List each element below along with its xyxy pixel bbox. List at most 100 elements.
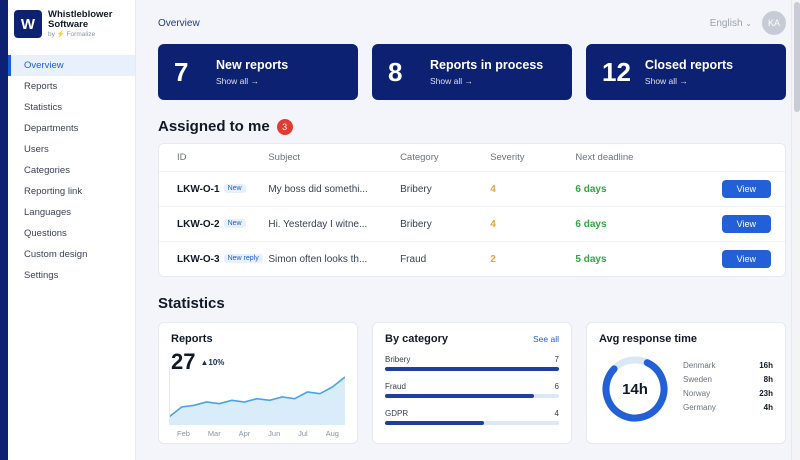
assigned-count-badge: 3	[277, 119, 293, 135]
sidebar: W Whistleblower Software by ⚡ Formalize …	[8, 0, 136, 460]
stat-title: Closed reports	[645, 58, 733, 72]
view-button[interactable]: View	[722, 180, 771, 198]
assigned-title: Assigned to me	[158, 118, 270, 135]
avg-response-donut: 14h	[599, 353, 671, 425]
sidebar-item-languages[interactable]: Languages	[8, 202, 135, 223]
statistics-title: Statistics	[158, 295, 225, 312]
legend-value: 8h	[764, 375, 773, 384]
scrollbar-thumb[interactable]	[794, 2, 800, 112]
legend-row: Sweden 8h	[683, 375, 773, 384]
see-all-link[interactable]: See all	[533, 334, 559, 344]
stat-value: 8	[388, 57, 416, 88]
legend-row: Germany 4h	[683, 403, 773, 412]
bar-track	[385, 367, 559, 371]
x-tick: Jul	[298, 429, 308, 438]
report-category: Bribery	[400, 207, 490, 242]
legend-name: Denmark	[683, 361, 715, 370]
severity-value: 4	[490, 184, 496, 195]
language-selector[interactable]: English ⌄	[710, 18, 752, 29]
severity-value: 4	[490, 219, 496, 230]
sidebar-item-settings[interactable]: Settings	[8, 265, 135, 286]
report-id: LKW-O-2	[177, 219, 220, 230]
show-all-link[interactable]: Show all →	[430, 76, 543, 86]
col-header-category: Category	[400, 144, 490, 172]
bar-fill	[385, 421, 484, 425]
view-button[interactable]: View	[722, 215, 771, 233]
report-category: Fraud	[400, 242, 490, 277]
show-all-link[interactable]: Show all →	[216, 76, 288, 86]
avatar[interactable]: KA	[762, 11, 786, 35]
stat-title: Reports in process	[430, 58, 543, 72]
by-category-card: By category See all Bribery 7 Fraud	[372, 322, 572, 444]
stat-card-reports-in-process[interactable]: 8 Reports in process Show all →	[372, 44, 572, 100]
bar-value: 7	[555, 355, 559, 364]
stat-cards-row: 7 New reports Show all → 8 Reports in pr…	[158, 44, 786, 100]
table-header-row: ID Subject Category Severity Next deadli…	[159, 144, 785, 172]
bar-value: 4	[555, 409, 559, 418]
reports-trend: ▲10%	[200, 358, 224, 367]
bar-fill	[385, 367, 559, 371]
avg-response-legend: Denmark 16h Sweden 8h Norway 23h Germa	[683, 361, 773, 417]
deadline-value: 6 days	[575, 219, 606, 230]
report-id: LKW-O-1	[177, 184, 220, 195]
bar-row-gdpr: GDPR 4	[385, 409, 559, 425]
stat-card-new-reports[interactable]: 7 New reports Show all →	[158, 44, 358, 100]
avg-response-card: Avg response time 14h Denmark 16h	[586, 322, 786, 444]
reports-line-chart	[169, 367, 345, 425]
reports-total-row: 27 ▲10%	[171, 349, 345, 375]
sidebar-nav: Overview Reports Statistics Departments …	[8, 55, 135, 286]
report-category: Bribery	[400, 172, 490, 207]
sidebar-item-statistics[interactable]: Statistics	[8, 97, 135, 118]
legend-name: Sweden	[683, 375, 712, 384]
stat-value: 12	[602, 57, 631, 88]
report-id: LKW-O-3	[177, 254, 220, 265]
stat-card-closed-reports[interactable]: 12 Closed reports Show all →	[586, 44, 786, 100]
sidebar-item-categories[interactable]: Categories	[8, 160, 135, 181]
avg-response-body: 14h Denmark 16h Sweden 8h Norway	[599, 353, 773, 425]
top-bar: Overview English ⌄ KA	[158, 10, 786, 36]
sidebar-item-reports[interactable]: Reports	[8, 76, 135, 97]
report-subject: Simon often looks th...	[268, 242, 400, 277]
sidebar-item-users[interactable]: Users	[8, 139, 135, 160]
sidebar-item-custom-design[interactable]: Custom design	[8, 244, 135, 265]
sidebar-item-overview[interactable]: Overview	[8, 55, 135, 76]
severity-value: 2	[490, 254, 496, 265]
view-button[interactable]: View	[722, 250, 771, 268]
assigned-table-card: ID Subject Category Severity Next deadli…	[158, 143, 786, 277]
col-header-id: ID	[159, 144, 268, 172]
x-tick: Feb	[177, 429, 190, 438]
bar-label: GDPR	[385, 409, 408, 418]
trend-value: 10%	[208, 358, 224, 367]
report-subject: Hi. Yesterday I witne...	[268, 207, 400, 242]
legend-value: 23h	[759, 389, 773, 398]
bar-label: Fraud	[385, 382, 406, 391]
show-all-link[interactable]: Show all →	[645, 76, 733, 86]
sidebar-item-reporting-link[interactable]: Reporting link	[8, 181, 135, 202]
assigned-section-head: Assigned to me 3	[158, 118, 786, 135]
sidebar-item-questions[interactable]: Questions	[8, 223, 135, 244]
x-tick: Apr	[239, 429, 251, 438]
reports-x-axis-labels: Feb Mar Apr Jun Jul Aug	[169, 429, 347, 438]
x-tick: Jun	[268, 429, 280, 438]
main-content: Overview English ⌄ KA 7 New reports Show…	[136, 0, 800, 460]
table-row[interactable]: LKW-O-1New My boss did somethi... Briber…	[159, 172, 785, 207]
app-byline: by ⚡ Formalize	[48, 32, 112, 39]
sidebar-item-departments[interactable]: Departments	[8, 118, 135, 139]
table-row[interactable]: LKW-O-3New reply Simon often looks th...…	[159, 242, 785, 277]
reports-chart-card: Reports 27 ▲10% Feb Mar Apr Jun Jul Aug	[158, 322, 358, 444]
stat-value: 7	[174, 57, 202, 88]
app-window: W Whistleblower Software by ⚡ Formalize …	[0, 0, 800, 460]
legend-value: 16h	[759, 361, 773, 370]
category-bars: Bribery 7 Fraud 6 GDPR	[385, 355, 559, 425]
legend-name: Norway	[683, 389, 710, 398]
by-category-title: By category	[385, 333, 448, 345]
new-badge: New	[224, 219, 246, 228]
language-label: English	[710, 18, 743, 29]
bar-row-fraud: Fraud 6	[385, 382, 559, 398]
table-row[interactable]: LKW-O-2 New Hi. Yesterday I witne... Brib…	[159, 207, 785, 242]
report-subject: My boss did somethi...	[268, 172, 400, 207]
vertical-scrollbar[interactable]	[791, 0, 800, 460]
legend-name: Germany	[683, 403, 716, 412]
deadline-value: 6 days	[575, 184, 606, 195]
bar-label: Bribery	[385, 355, 410, 364]
